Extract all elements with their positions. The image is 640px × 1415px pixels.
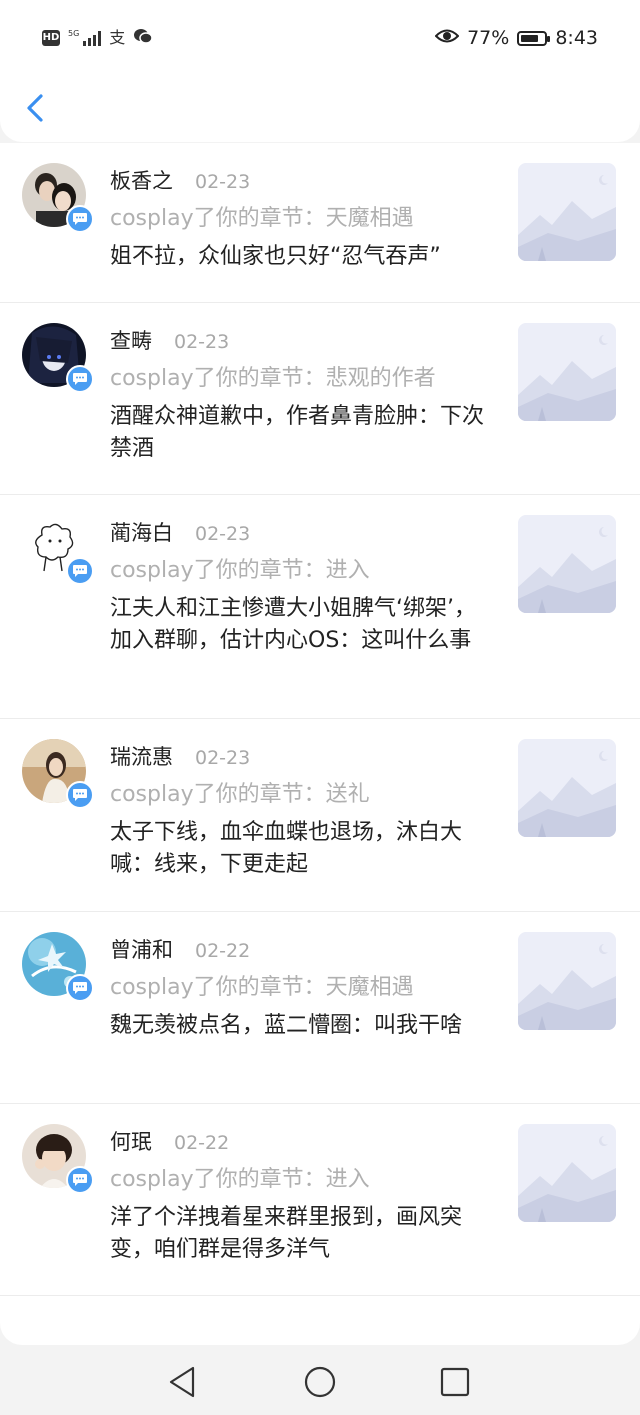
chapter-info: cosplay了你的章节：天魔相遇: [110, 975, 414, 1000]
item-content: 曾浦和 02-22 cosplay了你的章节：天魔相遇 魏无羡被点名，蓝二懵圈：…: [110, 934, 495, 1042]
list-item[interactable]: 瑞流惠 02-23 cosplay了你的章节：送礼 太子下线，血伞血蝶也退场，沐…: [0, 719, 640, 912]
avatar[interactable]: [22, 515, 94, 585]
user-name[interactable]: 查畴: [110, 325, 152, 355]
item-content: 瑞流惠 02-23 cosplay了你的章节：送礼 太子下线，血伞血蝶也退场，沐…: [110, 741, 495, 881]
avatar[interactable]: [22, 323, 94, 393]
comment-text: 江夫人和江主惨遭大小姐脾气‘绑架’，加入群聊，估计内心OS：这叫什么事: [110, 596, 476, 653]
message-badge-icon: [66, 205, 94, 233]
battery-icon: [517, 30, 551, 46]
network-type: 5G: [68, 29, 80, 38]
message-badge-icon: [66, 557, 94, 585]
list-item[interactable]: 何珉 02-22 cosplay了你的章节：进入 洋了个洋拽着星来群里报到，画风…: [0, 1104, 640, 1296]
placeholder-mountain-icon: [518, 323, 616, 421]
signal-icon: 5G: [68, 29, 102, 46]
item-date: 02-22: [195, 940, 251, 962]
item-content: 何珉 02-22 cosplay了你的章节：进入 洋了个洋拽着星来群里报到，画风…: [110, 1126, 495, 1266]
comment-text: 洋了个洋拽着星来群里报到，画风突变，咱们群是得多洋气: [110, 1205, 463, 1262]
chapter-thumbnail[interactable]: [518, 1124, 616, 1222]
chapter-thumbnail[interactable]: [518, 932, 616, 1030]
comment-text: 姐不拉，众仙家也只好“忍气吞声”: [110, 244, 441, 269]
item-date: 02-23: [195, 523, 251, 545]
nav-home-button[interactable]: [302, 1364, 338, 1400]
chapter-info: cosplay了你的章节：悲观的作者: [110, 366, 436, 391]
item-content: 蔺海白 02-23 cosplay了你的章节：进入 江夫人和江主惨遭大小姐脾气‘…: [110, 517, 495, 657]
list-item[interactable]: 查畴 02-23 cosplay了你的章节：悲观的作者 酒醒众神道歉中，作者鼻青…: [0, 303, 640, 495]
message-badge-icon: [66, 974, 94, 1002]
message-badge-icon: [66, 365, 94, 393]
message-badge-icon: [66, 781, 94, 809]
wechat-icon: [133, 27, 154, 49]
item-date: 02-23: [195, 747, 251, 769]
comment-text: 酒醒众神道歉中，作者鼻青脸肿：下次禁酒: [110, 404, 485, 461]
chapter-info: cosplay了你的章节：进入: [110, 1167, 370, 1192]
back-button[interactable]: [22, 88, 50, 128]
chevron-left-icon: [27, 94, 43, 122]
placeholder-mountain-icon: [518, 163, 616, 261]
item-content: 板香之 02-23 cosplay了你的章节：天魔相遇 姐不拉，众仙家也只好“忍…: [110, 165, 495, 273]
chapter-thumbnail[interactable]: [518, 163, 616, 261]
square-recents-icon: [440, 1367, 470, 1397]
battery-percent: 77%: [467, 27, 510, 49]
eye-icon: [434, 27, 460, 49]
item-date: 02-23: [195, 171, 251, 193]
item-content: 查畴 02-23 cosplay了你的章节：悲观的作者 酒醒众神道歉中，作者鼻青…: [110, 325, 495, 465]
circle-home-icon: [304, 1366, 336, 1398]
item-date: 02-23: [174, 331, 230, 353]
user-name[interactable]: 曾浦和: [110, 934, 173, 964]
hd-badge: HD: [42, 30, 60, 46]
avatar[interactable]: [22, 1124, 94, 1194]
system-nav-bar: [0, 1350, 640, 1415]
nav-back-button[interactable]: [165, 1364, 201, 1400]
user-name[interactable]: 蔺海白: [110, 517, 173, 547]
avatar[interactable]: [22, 932, 94, 1002]
status-bar: HD 5G 支 77% 8:43: [0, 0, 640, 78]
status-right: 77% 8:43: [434, 26, 598, 50]
nav-recents-button[interactable]: [437, 1364, 473, 1400]
placeholder-mountain-icon: [518, 515, 616, 613]
user-name[interactable]: 何珉: [110, 1126, 152, 1156]
placeholder-mountain-icon: [518, 1124, 616, 1222]
placeholder-mountain-icon: [518, 739, 616, 837]
chapter-thumbnail[interactable]: [518, 739, 616, 837]
comment-text: 魏无羡被点名，蓝二懵圈：叫我干啥: [110, 1013, 463, 1038]
clock: 8:43: [555, 27, 598, 49]
user-name[interactable]: 板香之: [110, 165, 173, 195]
list-item[interactable]: 曾浦和 02-22 cosplay了你的章节：天魔相遇 魏无羡被点名，蓝二懵圈：…: [0, 912, 640, 1104]
avatar[interactable]: [22, 739, 94, 809]
triangle-back-icon: [169, 1366, 195, 1398]
chapter-info: cosplay了你的章节：天魔相遇: [110, 206, 414, 231]
message-badge-icon: [66, 1166, 94, 1194]
header: [0, 78, 640, 142]
chapter-info: cosplay了你的章节：送礼: [110, 782, 370, 807]
avatar[interactable]: [22, 163, 94, 233]
list-item[interactable]: 蔺海白 02-23 cosplay了你的章节：进入 江夫人和江主惨遭大小姐脾气‘…: [0, 495, 640, 719]
alipay-icon: 支: [109, 28, 126, 47]
notification-list: 板香之 02-23 cosplay了你的章节：天魔相遇 姐不拉，众仙家也只好“忍…: [0, 143, 640, 1345]
chapter-thumbnail[interactable]: [518, 323, 616, 421]
chapter-info: cosplay了你的章节：进入: [110, 558, 370, 583]
chapter-thumbnail[interactable]: [518, 515, 616, 613]
status-left: HD 5G 支: [42, 27, 154, 49]
item-date: 02-22: [174, 1132, 230, 1154]
comment-text: 太子下线，血伞血蝶也退场，沐白大喊：线来，下更走起: [110, 820, 463, 877]
placeholder-mountain-icon: [518, 932, 616, 1030]
list-item[interactable]: 板香之 02-23 cosplay了你的章节：天魔相遇 姐不拉，众仙家也只好“忍…: [0, 143, 640, 303]
user-name[interactable]: 瑞流惠: [110, 741, 173, 771]
